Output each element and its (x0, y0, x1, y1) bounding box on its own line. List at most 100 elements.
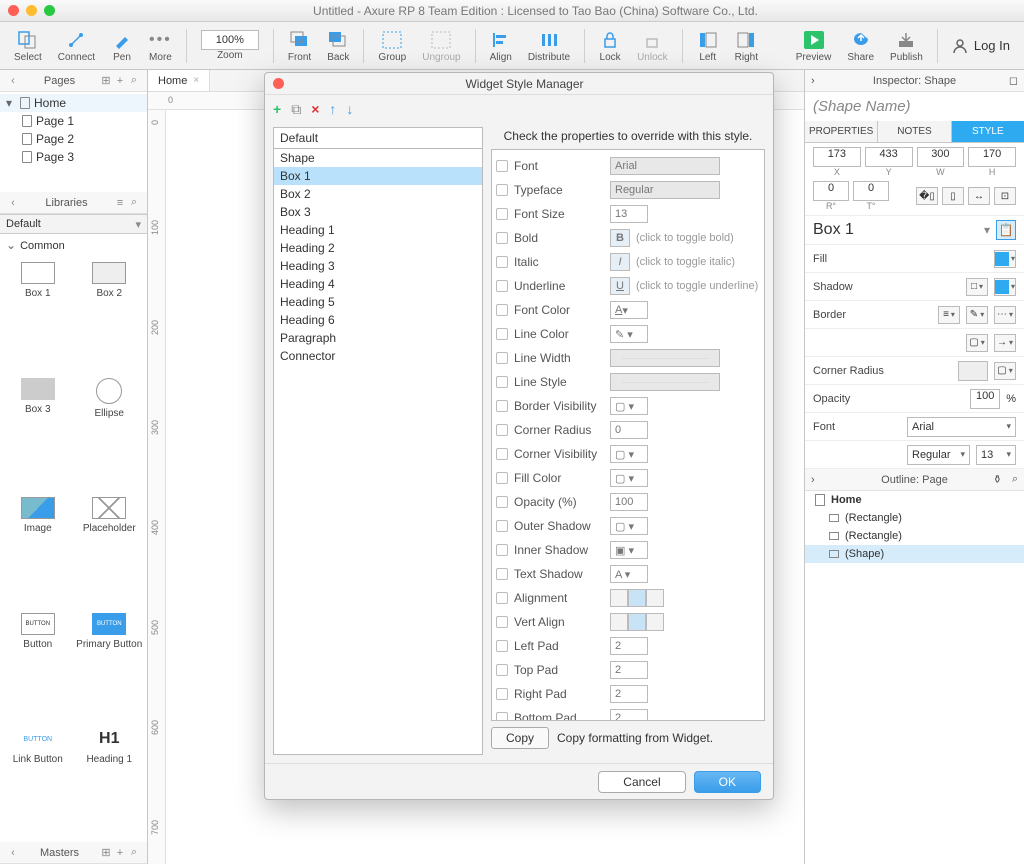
underline-toggle[interactable]: U (610, 277, 630, 295)
checkbox[interactable] (496, 232, 508, 244)
close-window-icon[interactable] (8, 5, 19, 16)
w-input[interactable]: 300 (917, 147, 965, 167)
text-rotation-input[interactable]: 0 (853, 181, 889, 201)
checkbox[interactable] (496, 520, 508, 532)
fontcolor-picker[interactable]: A ▾ (610, 301, 648, 319)
delete-style-icon[interactable]: × (311, 101, 319, 117)
typeface-select[interactable]: Regular (610, 181, 720, 199)
bordervis-picker[interactable]: ▢ ▾ (610, 397, 648, 415)
border-vis[interactable]: ▢ (966, 334, 988, 352)
checkbox[interactable] (496, 568, 508, 580)
widget-box2[interactable]: Box 2 (76, 262, 144, 370)
checkbox[interactable] (496, 328, 508, 340)
add-style-icon[interactable]: + (273, 101, 281, 117)
move-down-icon[interactable]: ↓ (346, 101, 353, 117)
border-width[interactable]: ≡ (938, 306, 960, 324)
lock-button[interactable]: Lock (593, 22, 627, 69)
search-icon[interactable]: ⌕ (1012, 473, 1018, 486)
checkbox[interactable] (496, 616, 508, 628)
search-icon[interactable]: ⌕ (127, 846, 141, 859)
italic-toggle[interactable]: I (610, 253, 630, 271)
fillcolor-picker[interactable]: ▢ ▾ (610, 469, 648, 487)
close-dialog-icon[interactable] (273, 78, 284, 89)
widget-button[interactable]: BUTTONButton (4, 613, 72, 721)
add-folder-icon[interactable]: ⊞ (99, 846, 113, 859)
h-align-segmented[interactable] (610, 589, 664, 607)
tab-notes[interactable]: NOTES (878, 121, 951, 142)
tab-style[interactable]: STYLE (952, 121, 1024, 142)
fontsize-input[interactable]: 13 (610, 205, 648, 223)
search-icon[interactable]: ⌕ (127, 196, 141, 209)
linecolor-picker[interactable]: ✎ ▾ (610, 325, 648, 343)
style-item[interactable]: Box 3 (274, 203, 482, 221)
style-item[interactable]: Connector (274, 347, 482, 365)
text-shadow-picker[interactable]: A ▾ (610, 565, 648, 583)
note-icon[interactable]: ◻ (1009, 74, 1018, 87)
tree-item-home[interactable]: ▾Home (0, 94, 147, 112)
checkbox[interactable] (496, 160, 508, 172)
widget-link-button[interactable]: BUTTONLink Button (4, 728, 72, 836)
style-item[interactable]: Heading 4 (274, 275, 482, 293)
menu-icon[interactable]: ≡ (113, 197, 127, 209)
inner-shadow-picker[interactable]: ▣ ▾ (610, 541, 648, 559)
publish-button[interactable]: Publish (884, 22, 929, 69)
chevron-right-icon[interactable]: › (811, 474, 815, 486)
linestyle-select[interactable] (610, 373, 720, 391)
style-item[interactable]: Box 2 (274, 185, 482, 203)
add-page-icon[interactable]: + (113, 75, 127, 87)
v-align-segmented[interactable] (610, 613, 664, 631)
widget-box1[interactable]: Box 1 (4, 262, 72, 370)
chevron-left-icon[interactable]: ‹ (6, 847, 20, 859)
border-style[interactable]: ⋯ (994, 306, 1016, 324)
style-item[interactable]: Shape (274, 149, 482, 167)
zoom-control[interactable]: 100% Zoom (195, 22, 265, 69)
shape-name-input[interactable]: (Shape Name) (805, 92, 1024, 121)
h-input[interactable]: 170 (968, 147, 1016, 167)
checkbox[interactable] (496, 592, 508, 604)
preview-button[interactable]: Preview (790, 22, 838, 69)
x-input[interactable]: 173 (813, 147, 861, 167)
back-button[interactable]: Back (321, 22, 355, 69)
widget-image[interactable]: Image (4, 497, 72, 605)
checkbox[interactable] (496, 664, 508, 676)
distribute-button[interactable]: Distribute (522, 22, 576, 69)
flip-v-icon[interactable]: ▯ (942, 187, 964, 205)
bold-toggle[interactable]: B (610, 229, 630, 247)
style-item[interactable]: Box 1 (274, 167, 482, 185)
outline-item[interactable]: (Rectangle) (805, 527, 1024, 545)
border-color[interactable]: ✎ (966, 306, 988, 324)
checkbox[interactable] (496, 448, 508, 460)
style-dropdown-icon[interactable]: ▾ (984, 223, 990, 237)
widget-heading1[interactable]: H1Heading 1 (76, 728, 144, 836)
checkbox[interactable] (496, 640, 508, 652)
opacity-input[interactable]: 100 (970, 389, 1000, 409)
widget-box3[interactable]: Box 3 (4, 378, 72, 490)
left-panel-toggle[interactable]: Left (691, 22, 725, 69)
outline-item[interactable]: (Rectangle) (805, 509, 1024, 527)
ungroup-button[interactable]: Ungroup (416, 22, 466, 69)
share-button[interactable]: Share (841, 22, 880, 69)
chevron-left-icon[interactable]: ‹ (6, 197, 20, 209)
widget-ellipse[interactable]: Ellipse (76, 378, 144, 490)
rotation-input[interactable]: 0 (813, 181, 849, 201)
radius-input[interactable] (958, 361, 988, 381)
library-selector[interactable]: Default▾ (0, 214, 147, 234)
arrow-style[interactable]: → (994, 334, 1016, 352)
corner-vis[interactable]: ▢ (994, 362, 1016, 380)
checkbox[interactable] (496, 256, 508, 268)
style-item[interactable]: Heading 5 (274, 293, 482, 311)
tree-item-page2[interactable]: Page 2 (0, 130, 147, 148)
flip-h-icon[interactable]: �▯ (916, 187, 938, 205)
fit-icon[interactable]: ⊡ (994, 187, 1016, 205)
tree-item-page1[interactable]: Page 1 (0, 112, 147, 130)
rpad-input[interactable]: 2 (610, 685, 648, 703)
y-input[interactable]: 433 (865, 147, 913, 167)
more-tool[interactable]: ••• More (143, 22, 178, 69)
widget-primary-button[interactable]: BUTTONPrimary Button (76, 613, 144, 721)
cornervis-picker[interactable]: ▢ ▾ (610, 445, 648, 463)
pen-tool[interactable]: Pen (105, 22, 139, 69)
checkbox[interactable] (496, 184, 508, 196)
chevron-right-icon[interactable]: › (811, 75, 815, 87)
opacity-input[interactable]: 100 (610, 493, 648, 511)
cancel-button[interactable]: Cancel (598, 771, 685, 793)
